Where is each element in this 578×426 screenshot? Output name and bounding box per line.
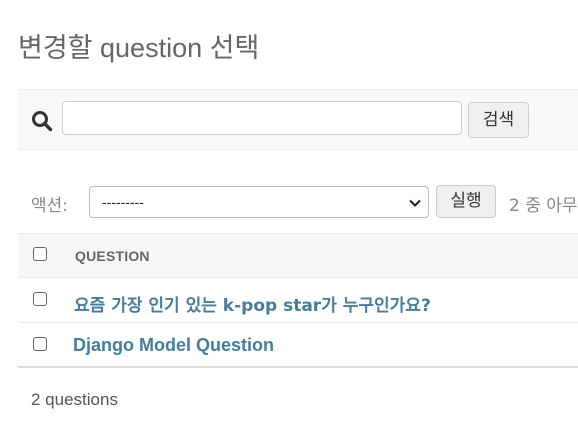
search-button[interactable]: 검색 [468, 102, 529, 138]
action-select[interactable]: --------- [89, 186, 429, 218]
table-row: 요즘 가장 인기 있는 k-pop star가 누구인가요? [18, 278, 578, 323]
row-checkbox[interactable] [33, 337, 47, 351]
chevron-down-icon [409, 199, 421, 207]
search-icon [32, 111, 53, 132]
search-input[interactable] [62, 101, 462, 135]
run-action-button[interactable]: 실행 [436, 185, 496, 218]
table-row: Django Model Question [18, 323, 578, 368]
row-checkbox[interactable] [33, 292, 47, 306]
question-link[interactable]: Django Model Question [73, 335, 274, 356]
table-header: QUESTION [18, 233, 578, 278]
question-link[interactable]: 요즘 가장 인기 있는 k-pop star가 누구인가요? [74, 291, 431, 316]
search-toolbar: 검색 [18, 89, 578, 150]
page-title: 변경할 question 선택 [18, 33, 260, 63]
selection-counter: 2 중 아무 [509, 196, 578, 216]
column-header-question[interactable]: QUESTION [75, 248, 150, 264]
action-select-value: --------- [102, 194, 144, 210]
select-all-checkbox[interactable] [33, 247, 47, 261]
actions-label: 액션: [31, 196, 69, 216]
result-count: 2 questions [31, 390, 118, 409]
